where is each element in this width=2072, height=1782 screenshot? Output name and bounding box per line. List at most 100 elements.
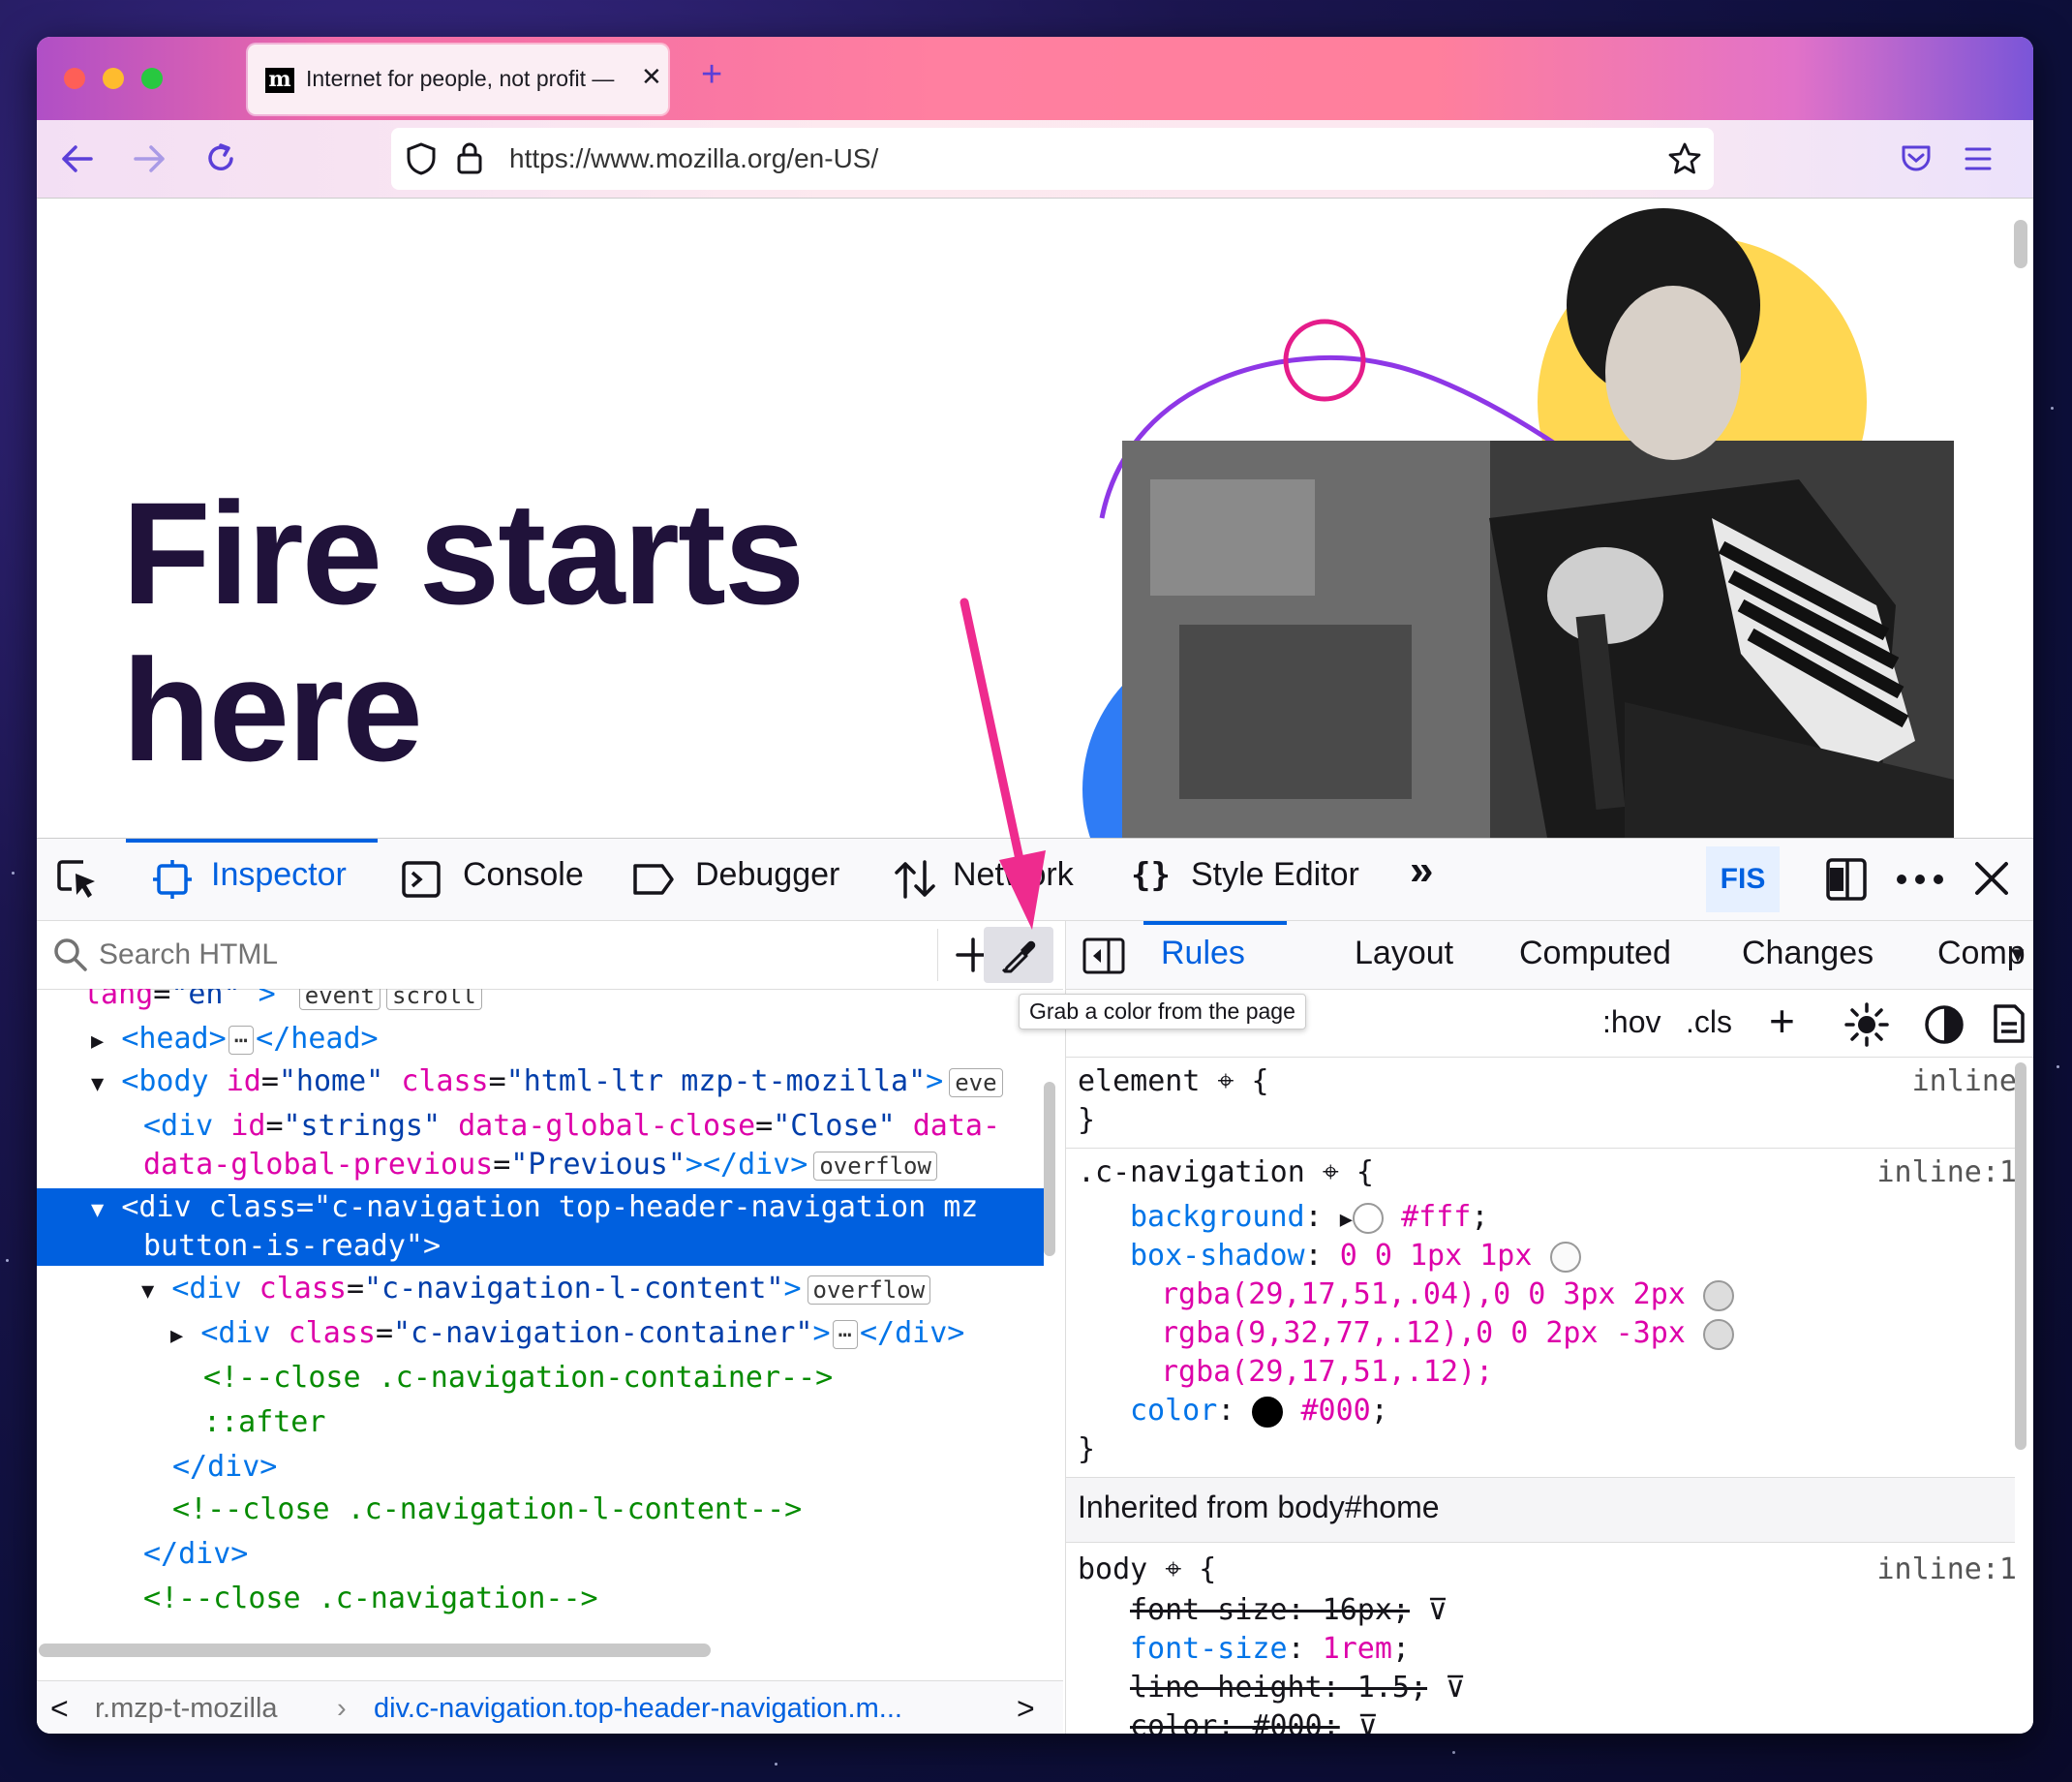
tree-line-nav-content[interactable]: ▼ <div class="c-navigation-l-content"> ov… [141, 1270, 1044, 1308]
chevron-down-icon[interactable]: ▼ [2007, 942, 2028, 968]
color-swatch[interactable] [1702, 1318, 1734, 1350]
dark-mode-icon[interactable] [1924, 1004, 1965, 1045]
hamburger-menu-icon[interactable] [1964, 145, 1993, 172]
tree-line-close-div[interactable]: </div> [143, 1535, 1044, 1574]
rule-source[interactable]: inline:1 [1877, 1153, 2018, 1192]
markup-horizontal-scrollbar[interactable] [37, 1638, 1044, 1657]
tab-style-editor[interactable]: Style Editor [1191, 856, 1359, 894]
declaration-background[interactable]: background: ▶ #fff; [1130, 1198, 1488, 1237]
rules-scrollbar[interactable] [2015, 1062, 2026, 1450]
color-swatch[interactable] [1549, 1241, 1581, 1273]
declaration-box-shadow[interactable]: box-shadow: 0 0 1px 1px [1130, 1237, 1581, 1275]
color-swatch[interactable] [1252, 1396, 1284, 1428]
light-mode-sun-icon[interactable] [1844, 1002, 1889, 1047]
node-highlight-icon[interactable]: ⌖ [1165, 1552, 1181, 1586]
breadcrumb-prev-icon[interactable]: < [50, 1691, 69, 1727]
declaration-color[interactable]: color: #000; [1130, 1392, 1388, 1430]
tree-line-comment[interactable]: <!--close .c-navigation--> [143, 1580, 1044, 1618]
breadcrumb-item-selected[interactable]: div.c-navigation.top-header-navigation.m… [374, 1693, 902, 1725]
tab-changes[interactable]: Changes [1742, 935, 1874, 972]
tree-line-head[interactable]: ▶ <head> ⋯ </head> [91, 1020, 1044, 1059]
tab-debugger[interactable]: Debugger [695, 856, 839, 894]
scrollbar-thumb[interactable] [1044, 1082, 1055, 1256]
tree-line-html-attrs[interactable]: lang="en" > event scroll [83, 989, 1044, 1014]
expand-arrow-icon[interactable]: ▶ [170, 1324, 183, 1348]
rule-source[interactable]: inline:1 [1877, 1551, 2018, 1589]
collapse-arrow-icon[interactable]: ▼ [91, 1198, 104, 1222]
element-picker-icon[interactable] [54, 856, 101, 903]
close-tab-icon[interactable]: ✕ [641, 62, 662, 92]
bookmark-star-icon[interactable] [1667, 141, 1702, 176]
hover-state-toggle[interactable]: :hov [1602, 1004, 1661, 1040]
pocket-icon[interactable] [1900, 143, 1933, 174]
overflow-badge[interactable]: overflow [807, 1275, 931, 1305]
toggle-sidebar-icon[interactable] [1082, 937, 1126, 975]
tree-line-close-div[interactable]: </div> [172, 1448, 1044, 1487]
tab-layout[interactable]: Layout [1355, 935, 1453, 972]
declaration-overridden[interactable]: font-size: 16px; ⊽ [1130, 1591, 1448, 1630]
breadcrumb-next-icon[interactable]: > [1017, 1691, 1035, 1727]
add-rule-icon[interactable]: + [1769, 995, 1795, 1047]
tree-line-selected-nav[interactable]: ▼ <div class="c-navigation top-header-na… [37, 1188, 1044, 1227]
address-bar[interactable]: https://www.mozilla.org/en-US/ [391, 128, 1714, 190]
collapse-arrow-icon[interactable]: ▼ [141, 1279, 154, 1304]
rule-source[interactable]: inline [1912, 1062, 2017, 1101]
color-swatch[interactable] [1702, 1279, 1734, 1311]
more-tools-chevron-icon[interactable]: » [1410, 846, 1433, 895]
close-window-button[interactable] [64, 68, 85, 89]
collapse-arrow-icon[interactable]: ▼ [91, 1072, 104, 1096]
tree-line-comment[interactable]: <!--close .c-navigation-container--> [203, 1359, 1044, 1398]
eyedropper-button[interactable] [984, 927, 1053, 983]
browser-tab[interactable]: m Internet for people, not profit — ✕ [248, 45, 668, 114]
tab-network[interactable]: Network [953, 856, 1074, 894]
class-toggle[interactable]: .cls [1686, 1004, 1732, 1040]
close-devtools-icon[interactable] [1973, 860, 2010, 897]
tracking-protection-shield-icon[interactable] [405, 141, 438, 176]
expand-arrow-icon[interactable]: ▶ [91, 1029, 104, 1054]
search-html-input[interactable]: Search HTML [99, 938, 278, 971]
forward-arrow-icon[interactable] [130, 141, 168, 176]
declaration-overridden[interactable]: color: #000; ⊽ [1130, 1707, 1379, 1734]
tree-line-selected-nav-cont[interactable]: button-is-ready"> [37, 1227, 1044, 1266]
tree-line-div-strings[interactable]: <div id="strings" data-global-close="Clo… [143, 1107, 1044, 1146]
tree-line-div-strings-cont[interactable]: data-global-previous="Previous"></div> ov… [143, 1146, 1044, 1184]
minimize-window-button[interactable] [103, 68, 124, 89]
tab-rules[interactable]: Rules [1161, 935, 1245, 972]
declaration-font-size[interactable]: font-size: 1rem; [1130, 1630, 1410, 1669]
collapsed-ellipsis-icon[interactable]: ⋯ [832, 1319, 858, 1349]
new-tab-button[interactable]: + [701, 54, 722, 96]
back-arrow-icon[interactable] [58, 141, 97, 176]
filter-funnel-icon[interactable]: ⊽ [1357, 1709, 1379, 1734]
tree-line-nav-container[interactable]: ▶ <div class="c-navigation-container"> ⋯ <… [170, 1314, 1044, 1353]
lock-icon[interactable] [455, 139, 484, 176]
rule-selector-body[interactable]: body ⌖ { [1078, 1551, 1216, 1589]
print-media-document-icon[interactable] [1992, 1002, 2026, 1045]
fission-badge[interactable]: FIS [1706, 846, 1780, 912]
breadcrumb-item-body[interactable]: r.mzp-t-mozilla [95, 1693, 278, 1725]
scrollbar-thumb[interactable] [39, 1644, 711, 1657]
dock-side-icon[interactable] [1824, 856, 1869, 903]
node-highlight-icon[interactable]: ⌖ [1323, 1155, 1339, 1189]
rule-selector-element[interactable]: element ⌖ { [1078, 1062, 1269, 1101]
node-highlight-icon[interactable]: ⌖ [1218, 1064, 1234, 1098]
scroll-badge[interactable]: scroll [386, 989, 482, 1010]
tab-computed[interactable]: Computed [1519, 935, 1671, 972]
reload-icon[interactable] [201, 139, 240, 178]
markup-vertical-scrollbar[interactable] [1044, 989, 1055, 1638]
zoom-window-button[interactable] [141, 68, 163, 89]
tab-inspector[interactable]: Inspector [211, 856, 347, 894]
event-badge[interactable]: eve [949, 1067, 1003, 1097]
declaration-overridden[interactable]: line-height: 1.5; ⊽ [1130, 1669, 1466, 1707]
tree-line-body[interactable]: ▼ <body id="home" class="html-ltr mzp-t-… [91, 1062, 1044, 1101]
expand-arrow-icon[interactable]: ▶ [1340, 1208, 1353, 1232]
tree-line-comment[interactable]: <!--close .c-navigation-l-content--> [172, 1490, 1044, 1529]
overflow-badge[interactable]: overflow [813, 1151, 937, 1181]
filter-funnel-icon[interactable]: ⊽ [1427, 1593, 1448, 1627]
filter-funnel-icon[interactable]: ⊽ [1445, 1671, 1466, 1705]
rule-selector-c-navigation[interactable]: .c-navigation ⌖ { [1078, 1153, 1374, 1192]
page-scrollbar[interactable] [2014, 220, 2027, 268]
collapsed-ellipsis-icon[interactable]: ⋯ [228, 1025, 255, 1055]
color-swatch[interactable] [1353, 1202, 1384, 1234]
tree-line-pseudo-after[interactable]: ::after [203, 1403, 1044, 1442]
event-badge[interactable]: event [298, 989, 381, 1010]
